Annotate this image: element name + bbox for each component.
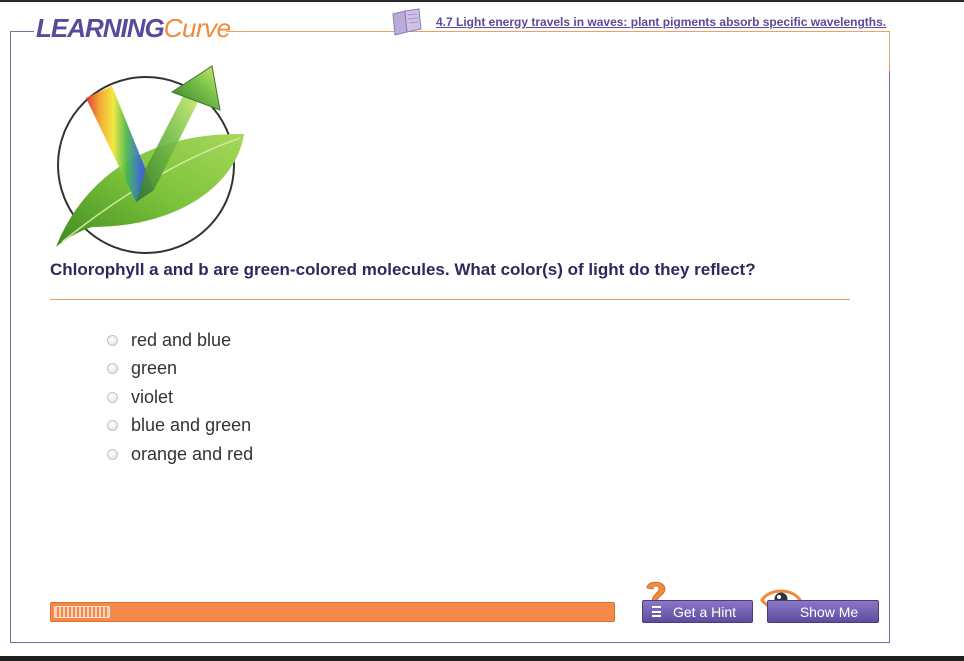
book-icon[interactable] (390, 8, 424, 36)
radio-button[interactable] (107, 391, 118, 403)
radio-button[interactable] (107, 448, 118, 460)
answer-option-label[interactable]: orange and red (131, 444, 253, 465)
topic-link[interactable]: 4.7 Light energy travels in waves: plant… (436, 15, 886, 29)
answer-option[interactable]: green (107, 355, 253, 384)
answer-option-label[interactable]: red and blue (131, 330, 231, 351)
answer-option[interactable]: red and blue (107, 326, 253, 355)
leaf-spectrum-arrow-image (56, 65, 244, 254)
progress-fill (54, 606, 110, 618)
progress-bar (50, 602, 615, 622)
answer-option-label[interactable]: green (131, 358, 177, 379)
answer-option[interactable]: blue and green (107, 412, 253, 441)
answer-option[interactable]: orange and red (107, 440, 253, 469)
answer-option-label[interactable]: violet (131, 387, 173, 408)
window-top-border (0, 0, 964, 2)
get-hint-label: Get a Hint (672, 603, 737, 620)
logo-curve: Curve (163, 13, 231, 43)
radio-button[interactable] (107, 420, 118, 432)
show-me-label: Show Me (799, 603, 859, 620)
window-bottom-bar (0, 656, 964, 661)
answer-option-label[interactable]: blue and green (131, 415, 251, 436)
radio-button[interactable] (107, 334, 118, 346)
question-divider (50, 299, 850, 300)
show-me-button[interactable]: Show Me (767, 600, 879, 623)
answer-option[interactable]: violet (107, 383, 253, 412)
frame-top-edge (226, 31, 890, 32)
get-hint-button[interactable]: Get a Hint (642, 600, 753, 623)
learningcurve-logo: LEARNINGCurve (36, 14, 231, 42)
answer-options: red and blue green violet blue and green… (107, 326, 253, 469)
list-lines-icon (652, 606, 661, 617)
logo-learning: LEARNING (36, 13, 165, 43)
frame-top-edge-left (10, 31, 34, 32)
frame-right-accent (889, 31, 890, 71)
radio-button[interactable] (107, 363, 118, 375)
question-text: Chlorophyll a and b are green-colored mo… (50, 260, 756, 279)
